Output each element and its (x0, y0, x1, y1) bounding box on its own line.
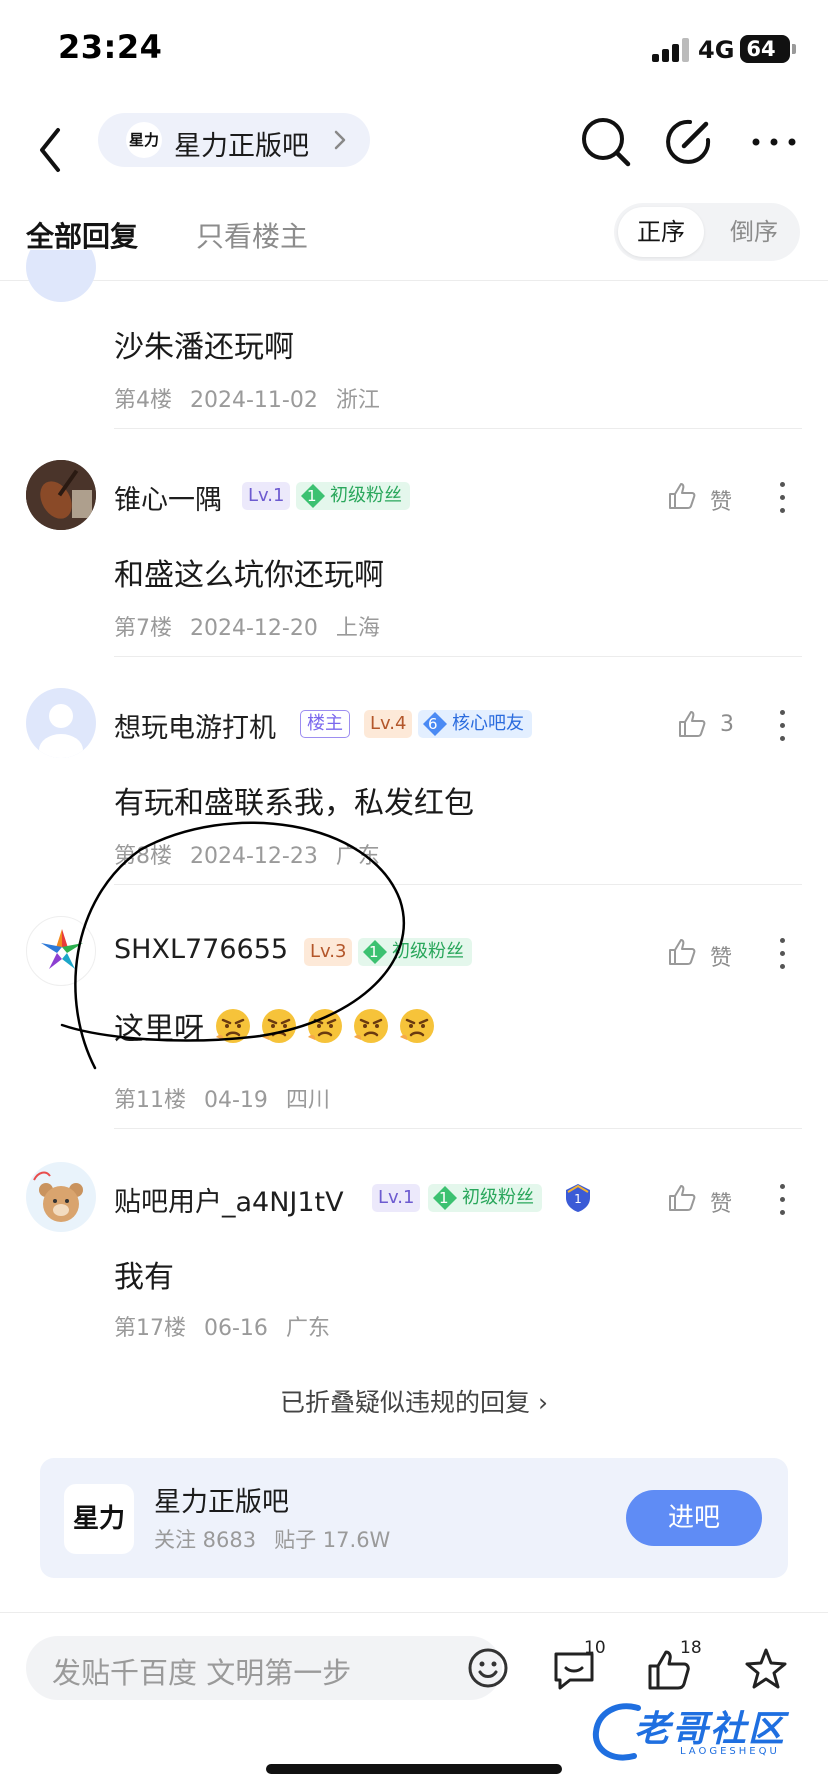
post-content: 我有 (114, 1260, 174, 1295)
post-more-button[interactable] (770, 1180, 794, 1220)
forum-posts: 贴子 17.6W (274, 1528, 391, 1552)
bottom-divider (0, 1612, 828, 1613)
bear-avatar-icon (33, 1171, 83, 1222)
forum-card-logo: 星力 (64, 1484, 134, 1554)
forum-card[interactable]: 星力 星力正版吧 关注 8683 贴子 17.6W 进吧 (40, 1458, 788, 1578)
comment-count: 10 (584, 1638, 606, 1658)
forum-follows: 关注 8683 (154, 1528, 257, 1552)
member-shield-icon: 1 (566, 1184, 590, 1212)
fan-badge: 1 初级粉丝 (428, 1184, 542, 1212)
like-button[interactable]: 赞 (666, 1180, 752, 1220)
thumbs-up-icon (669, 1185, 696, 1211)
forum-card-name: 星力正版吧 (154, 1487, 289, 1518)
forum-card-stats: 关注 8683 贴子 17.6W (154, 1524, 408, 1554)
post-floor: 第17楼 (114, 1316, 186, 1341)
watermark-text: 老哥社区 (634, 1709, 787, 1750)
post-meta: 第17楼 06-16 广东 (114, 1310, 348, 1342)
smiley-icon[interactable] (466, 1646, 510, 1690)
reply-input[interactable]: 发贴千百度 文明第一步 (26, 1636, 508, 1700)
home-indicator (266, 1764, 562, 1774)
level-badge: Lv.1 (372, 1184, 421, 1212)
svg-text:1: 1 (574, 1192, 582, 1206)
post-date: 06-16 (204, 1316, 268, 1341)
username[interactable]: 贴吧用户_a4NJ1tV (114, 1180, 344, 1219)
watermark-logo: 老哥社区 LAOGESHEQU (588, 1698, 814, 1768)
star-icon[interactable] (740, 1644, 792, 1696)
reply-placeholder: 发贴千百度 文明第一步 (52, 1656, 352, 1690)
join-forum-button[interactable]: 进吧 (626, 1490, 762, 1546)
watermark-subtext: LAOGESHEQU (680, 1746, 780, 1757)
folded-replies-link[interactable]: 已折叠疑似违规的回复 › (0, 1383, 828, 1419)
like-count: 赞 (710, 1192, 733, 1217)
avatar[interactable] (26, 1162, 96, 1232)
post-location: 广东 (285, 1316, 330, 1341)
like-total-count: 18 (680, 1638, 702, 1658)
